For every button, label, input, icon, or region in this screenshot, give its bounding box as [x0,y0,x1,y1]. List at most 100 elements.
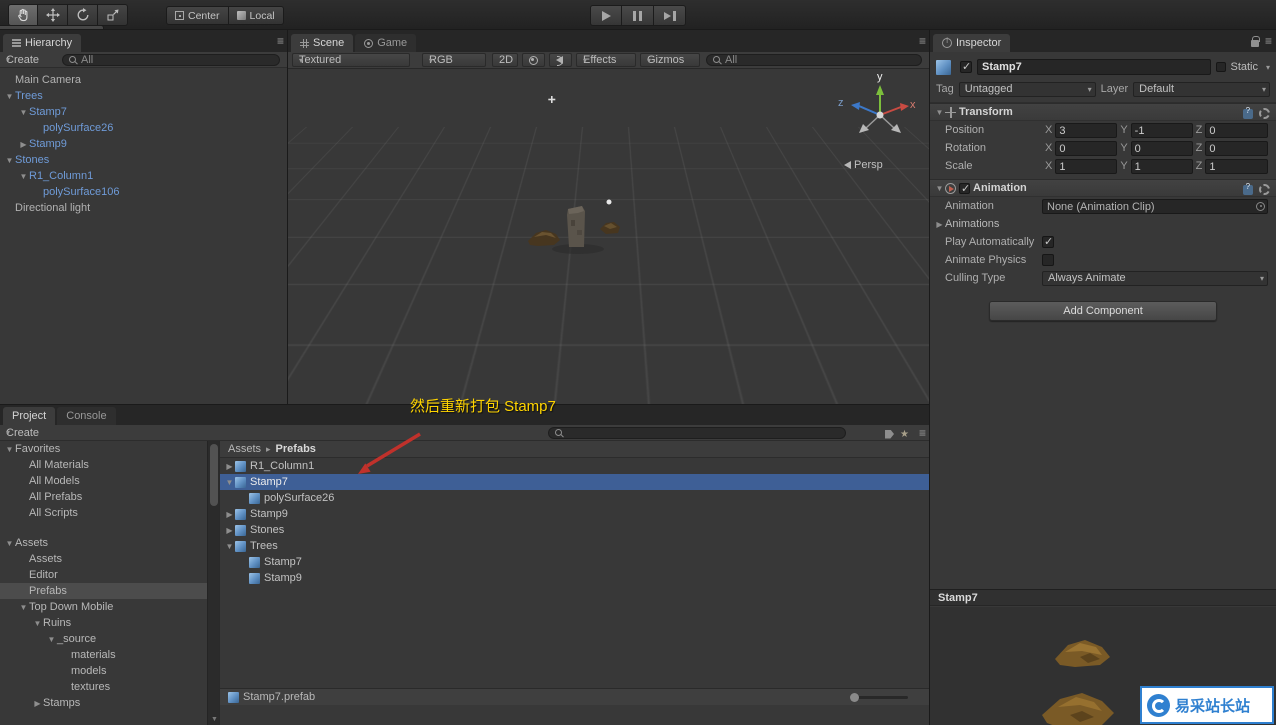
scrollbar-thumb[interactable] [210,444,218,506]
hierarchy-item[interactable]: Directional light [0,200,288,216]
foldout-icon[interactable] [18,603,29,612]
effects-dropdown[interactable]: Effects [576,53,636,67]
project-search-input[interactable] [548,427,846,439]
lock-icon[interactable] [1250,36,1260,47]
scale-tool-button[interactable] [98,4,128,26]
breadcrumb-root[interactable]: Assets [228,443,261,455]
asset-item[interactable]: Stamp7 [220,474,930,490]
folder-item[interactable] [0,521,207,535]
play-button[interactable] [590,5,622,26]
hierarchy-item[interactable]: polySurface106 [0,184,288,200]
foldout-icon[interactable] [934,108,945,117]
hierarchy-item[interactable]: Stones [0,152,288,168]
pause-button[interactable] [622,5,654,26]
add-component-button[interactable]: Add Component [989,301,1217,321]
foldout-icon[interactable] [4,539,15,548]
culling-type-dropdown[interactable]: Always Animate [1042,270,1268,286]
animation-clip-field[interactable]: None (Animation Clip) [1042,198,1268,214]
folder-item[interactable]: models [0,663,207,679]
scene-viewport[interactable]: y x z Persp [288,69,930,405]
component-enabled-checkbox[interactable] [959,182,970,195]
hierarchy-item[interactable]: R1_Column1 [0,168,288,184]
breadcrumb-current[interactable]: Prefabs [276,443,316,455]
perspective-toggle[interactable]: Persp [844,159,883,171]
object-picker-icon[interactable] [1256,201,1265,211]
preview-header[interactable]: Stamp7 [930,589,1276,606]
foldout-icon[interactable] [4,92,15,101]
panel-menu-icon[interactable] [919,36,926,48]
folder-item[interactable]: Prefabs [0,583,207,599]
slider-thumb[interactable] [850,693,859,702]
animations-foldout-label[interactable]: Animations [945,218,999,230]
foldout-icon[interactable] [18,172,29,181]
panel-menu-icon[interactable] [277,36,284,48]
folder-item[interactable]: Top Down Mobile [0,599,207,615]
y-field[interactable]: -1 [1130,122,1193,138]
shading-mode-dropdown[interactable]: Textured [292,53,410,67]
foldout-icon[interactable] [18,140,29,149]
folder-tree-scrollbar[interactable]: ▼ [207,441,219,725]
transform-header[interactable]: Transform [930,103,1276,121]
label-filter-icon[interactable] [885,429,895,439]
create-button[interactable]: Create [0,427,53,439]
play-automatically-checkbox[interactable] [1042,235,1054,248]
asset-item[interactable]: Stamp9 [220,506,930,522]
orientation-gizmo[interactable]: y x z [838,71,918,149]
folder-item[interactable]: All Prefabs [0,489,207,505]
hierarchy-item[interactable]: Stamp9 [0,136,288,152]
foldout-icon[interactable] [32,619,43,628]
static-checkbox[interactable] [1216,62,1227,72]
tab-game[interactable]: Game [355,34,417,52]
asset-item[interactable]: Trees [220,538,930,554]
animate-physics-checkbox[interactable] [1042,254,1054,266]
2d-toggle[interactable]: 2D [492,53,518,67]
name-field[interactable]: Stamp7 [977,59,1212,75]
foldout-icon[interactable] [46,635,57,644]
scene-search-input[interactable]: All [706,54,922,66]
render-channel-dropdown[interactable]: RGB [422,53,486,67]
audio-toggle[interactable] [549,53,572,67]
help-icon[interactable] [1243,106,1253,119]
gear-icon[interactable] [1259,108,1270,119]
animation-header[interactable]: Animation [930,179,1276,197]
asset-item[interactable]: R1_Column1 [220,458,930,474]
hierarchy-item[interactable]: Stamp7 [0,104,288,120]
folder-item[interactable]: _source [0,631,207,647]
foldout-icon[interactable] [224,462,235,471]
gizmos-dropdown[interactable]: Gizmos [640,53,700,67]
tab-console[interactable]: Console [57,407,116,425]
folder-item[interactable]: All Scripts [0,505,207,521]
panel-menu-icon[interactable] [919,428,926,440]
folder-item[interactable]: All Models [0,473,207,489]
layer-dropdown[interactable]: Default [1133,81,1270,97]
x-field[interactable]: 3 [1055,122,1118,138]
thumbnail-zoom-slider[interactable] [850,693,908,702]
foldout-icon[interactable] [224,526,235,535]
create-button[interactable]: Create [0,54,53,66]
tag-dropdown[interactable]: Untagged [958,81,1096,97]
foldout-icon[interactable] [934,220,945,229]
active-checkbox[interactable] [960,60,972,73]
move-tool-button[interactable] [38,4,68,26]
foldout-icon[interactable] [224,478,235,487]
hierarchy-item[interactable]: Main Camera [0,72,288,88]
asset-item[interactable]: Stones [220,522,930,538]
folder-item[interactable]: Assets [0,535,207,551]
pivot-center-button[interactable]: Center [166,6,229,25]
folder-item[interactable]: textures [0,679,207,695]
space-local-button[interactable]: Local [228,6,284,25]
z-field[interactable]: 0 [1205,140,1268,156]
tab-hierarchy[interactable]: Hierarchy [3,34,82,52]
folder-item[interactable]: materials [0,647,207,663]
z-field[interactable]: 1 [1205,158,1268,174]
y-field[interactable]: 0 [1130,140,1193,156]
asset-item[interactable]: polySurface26 [220,490,930,506]
favorites-icon[interactable] [900,428,913,440]
folder-item[interactable]: Stamps [0,695,207,711]
folder-item[interactable]: Ruins [0,615,207,631]
help-icon[interactable] [1243,182,1253,195]
gear-icon[interactable] [1259,184,1270,195]
foldout-icon[interactable] [4,156,15,165]
tab-inspector[interactable]: Inspector [933,34,1011,52]
hierarchy-search-input[interactable]: All [62,54,280,66]
